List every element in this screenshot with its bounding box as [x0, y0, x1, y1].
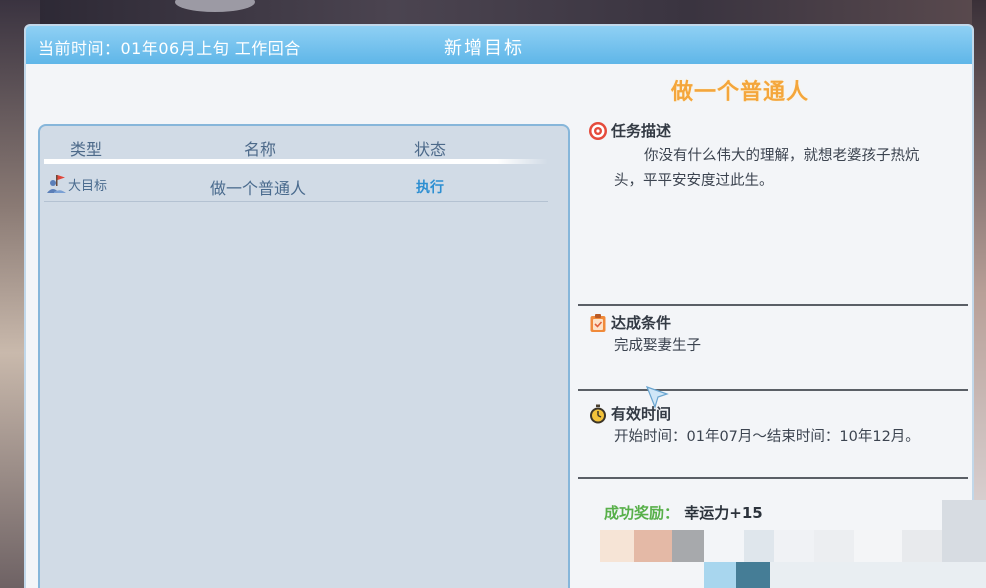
flag-person-icon	[47, 175, 66, 193]
background-top	[0, 0, 986, 26]
column-type: 类型	[70, 140, 103, 159]
divider-1	[578, 304, 968, 306]
selected-goal-name: 做一个普通人	[671, 80, 810, 105]
row-type-cell: 大目标	[46, 172, 107, 196]
condition-title: 达成条件	[588, 312, 671, 333]
window-title: 新增目标	[444, 38, 524, 59]
new-goal-window: 当前时间：01年06月上旬 工作回合 新增目标 做一个普通人 类型 名称 状态 …	[24, 24, 974, 588]
divider-2	[578, 389, 968, 391]
title-bar: 当前时间：01年06月上旬 工作回合 新增目标	[26, 26, 972, 64]
description-title: 任务描述	[588, 120, 671, 141]
column-name: 名称	[244, 140, 277, 159]
header-separator	[44, 159, 548, 164]
reward-line: 成功奖励： 幸运力+15	[604, 502, 763, 523]
divider-3	[578, 477, 968, 479]
stopwatch-icon	[590, 404, 606, 423]
condition-text: 完成娶妻生子	[614, 338, 701, 354]
row-name-cell: 做一个普通人	[210, 179, 307, 198]
valid-time-text: 开始时间：01年07月～结束时间：10年12月。	[614, 429, 920, 445]
list-header: 类型 名称 状态	[40, 126, 568, 162]
pixelated-region	[600, 500, 986, 588]
row-status-cell: 执行	[416, 180, 444, 196]
goal-row[interactable]: 大目标 做一个普通人 执行	[44, 166, 548, 202]
column-status: 状态	[414, 140, 447, 159]
mouse-cursor-icon	[645, 385, 669, 409]
target-icon	[589, 121, 607, 140]
reward-label: 成功奖励：	[604, 504, 680, 522]
description-text: 你没有什么伟大的理解，就想老婆孩子热炕头，平平安安度过此生。	[614, 148, 920, 189]
row-type-label: 大目标	[68, 178, 108, 194]
clipboard-icon	[590, 313, 606, 332]
reward-value: 幸运力+15	[684, 504, 763, 522]
goal-list-panel: 类型 名称 状态 大目标 做一个普通人 执行	[38, 124, 570, 588]
